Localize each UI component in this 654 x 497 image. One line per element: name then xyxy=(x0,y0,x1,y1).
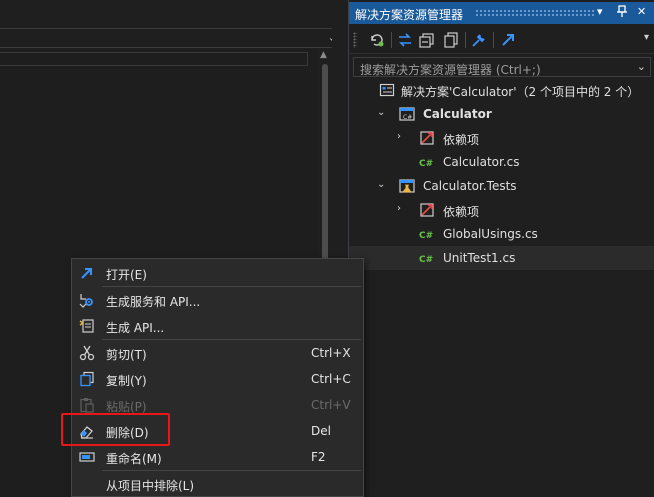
csharp-project-icon: C# xyxy=(399,106,415,122)
tree-item-file-calculator-cs[interactable]: C# Calculator.cs xyxy=(349,150,654,174)
sync-with-active-document-icon[interactable] xyxy=(367,30,387,50)
search-options-chevron-icon[interactable]: ⌄ xyxy=(637,60,646,73)
rename-icon xyxy=(79,449,95,465)
tree-item-dependencies[interactable]: › 依赖项 xyxy=(349,126,654,150)
window-position-dropdown-icon[interactable]: ▾ xyxy=(597,5,603,18)
menu-item-shortcut: F2 xyxy=(311,450,326,464)
paste-clipboard-icon xyxy=(79,397,95,413)
csharp-file-icon: C# xyxy=(419,250,435,266)
dependencies-icon xyxy=(419,202,435,218)
menu-item-exclude-from-project[interactable]: 从项目中排除(L) xyxy=(73,471,363,497)
generate-services-gear-icon xyxy=(79,292,95,308)
menu-item-generate-services-and-api[interactable]: 生成服务和 API... xyxy=(73,287,363,313)
menu-item-label: 从项目中排除(L) xyxy=(106,479,195,493)
toolbar-overflow-chevron-icon[interactable]: ▾ xyxy=(644,32,649,43)
menu-item-label: 复制(Y) xyxy=(106,374,147,388)
menu-item-label: 打开(E) xyxy=(106,268,147,282)
collapse-chevron-icon[interactable]: ⌄ xyxy=(377,179,385,190)
expand-chevron-icon[interactable]: › xyxy=(397,131,401,142)
menu-item-open[interactable]: 打开(E) xyxy=(73,260,363,286)
properties-wrench-icon[interactable] xyxy=(469,30,489,50)
tree-item-label: 依赖项 xyxy=(443,205,480,219)
menu-item-label: 生成 API... xyxy=(106,321,165,335)
tree-item-solution[interactable]: 解决方案'Calculator'（2 个项目中的 2 个） xyxy=(349,78,654,102)
show-all-files-icon[interactable] xyxy=(441,30,461,50)
csharp-file-icon: C# xyxy=(419,154,435,170)
menu-item-cut[interactable]: 剪切(T) Ctrl+X xyxy=(73,340,363,366)
tree-item-label: GlobalUsings.cs xyxy=(443,227,538,241)
preview-selected-items-icon[interactable] xyxy=(499,30,519,50)
open-arrow-icon xyxy=(79,265,95,281)
tree-item-label: 依赖项 xyxy=(443,133,480,147)
toolbar-grip xyxy=(353,32,357,48)
menu-item-shortcut: Ctrl+C xyxy=(311,372,351,386)
tree-item-dependencies[interactable]: › 依赖项 xyxy=(349,198,654,222)
dependencies-icon xyxy=(419,130,435,146)
solution-explorer-toolbar: ▾ xyxy=(349,26,654,54)
panel-title: 解决方案资源管理器 xyxy=(355,8,464,22)
collapse-chevron-icon[interactable]: ⌄ xyxy=(377,107,385,118)
csharp-file-icon: C# xyxy=(419,226,435,242)
tree-item-label: Calculator xyxy=(423,107,492,121)
editor-ruler-box xyxy=(0,52,308,66)
svg-text:C#: C# xyxy=(419,231,433,241)
menu-item-shortcut: Del xyxy=(311,424,331,438)
toolbar-separator xyxy=(493,32,494,48)
menu-item-label: 剪切(T) xyxy=(106,348,147,362)
toolbar-separator xyxy=(465,32,466,48)
context-menu: 打开(E) 生成服务和 API... 生成 API... 剪切(T) Ctrl+… xyxy=(71,258,364,497)
close-panel-icon[interactable]: ✕ xyxy=(637,5,646,18)
scissors-icon xyxy=(79,345,95,361)
auto-hide-pin-icon[interactable] xyxy=(617,5,627,20)
tree-item-project-calculator-tests[interactable]: ⌄ Calculator.Tests xyxy=(349,174,654,198)
tree-item-project-calculator[interactable]: ⌄ C# Calculator xyxy=(349,102,654,126)
tree-item-label: 解决方案'Calculator'（2 个项目中的 2 个） xyxy=(401,85,640,99)
solution-explorer-panel: 解决方案资源管理器 ▾ ✕ ▾ 搜索解决方案资源管理器 (Ctrl+;) ⌄ 解… xyxy=(348,0,654,270)
svg-text:C#: C# xyxy=(419,159,433,169)
editor-tab-strip: ⌄ xyxy=(0,0,348,28)
menu-item-label: 重命名(M) xyxy=(106,452,162,466)
tree-item-file-globalusings-cs[interactable]: C# GlobalUsings.cs xyxy=(349,222,654,246)
title-grip xyxy=(475,9,595,17)
copy-icon xyxy=(79,371,95,387)
expand-chevron-icon[interactable]: › xyxy=(397,203,401,214)
tree-item-file-unittest1-cs[interactable]: C# UnitTest1.cs xyxy=(349,246,654,270)
switch-views-icon[interactable] xyxy=(395,30,415,50)
editor-navigation-bar[interactable]: ⌄ xyxy=(0,28,344,48)
menu-item-generate-api[interactable]: 生成 API... xyxy=(73,313,363,339)
solution-explorer-title-bar[interactable]: 解决方案资源管理器 ▾ ✕ xyxy=(349,2,654,24)
delete-item-highlight-box xyxy=(61,413,170,446)
menu-item-rename[interactable]: 重命名(M) F2 xyxy=(73,444,363,470)
menu-item-shortcut: Ctrl+X xyxy=(311,346,351,360)
scroll-up-arrow-icon[interactable]: ▲ xyxy=(320,50,327,60)
solution-icon xyxy=(379,82,395,98)
test-project-icon xyxy=(399,178,415,194)
search-placeholder: 搜索解决方案资源管理器 (Ctrl+;) xyxy=(360,63,541,77)
menu-item-shortcut: Ctrl+V xyxy=(311,398,351,412)
menu-item-copy[interactable]: 复制(Y) Ctrl+C xyxy=(73,366,363,392)
toolbar-separator xyxy=(391,32,392,48)
tree-item-label: Calculator.Tests xyxy=(423,179,517,193)
generate-api-icon xyxy=(79,318,95,334)
menu-item-label: 生成服务和 API... xyxy=(106,295,201,309)
svg-text:C#: C# xyxy=(403,114,412,121)
solution-explorer-search-input[interactable]: 搜索解决方案资源管理器 (Ctrl+;) ⌄ xyxy=(353,57,651,77)
svg-text:C#: C# xyxy=(419,255,433,265)
tree-item-label: UnitTest1.cs xyxy=(443,251,516,265)
collapse-all-icon[interactable] xyxy=(417,30,437,50)
tree-item-label: Calculator.cs xyxy=(443,155,520,169)
